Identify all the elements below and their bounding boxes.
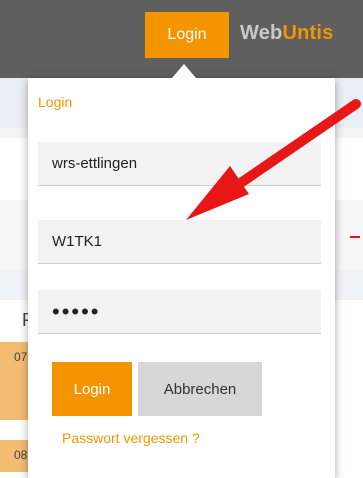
password-field[interactable]: •••••	[38, 290, 321, 334]
period-number: 07	[14, 350, 28, 364]
brand-part-web: Web	[240, 22, 283, 44]
brand-part-untis: Untis	[282, 22, 334, 44]
forgot-password-link[interactable]: Passwort vergessen ?	[62, 430, 200, 446]
login-button[interactable]: Login	[52, 362, 132, 416]
background-mark	[350, 236, 360, 238]
username-field[interactable]	[38, 220, 321, 264]
login-title: Login	[38, 94, 73, 110]
login-dropdown	[28, 78, 335, 478]
dropdown-caret	[172, 64, 196, 78]
school-field[interactable]	[38, 142, 321, 186]
period-number: 08	[14, 448, 28, 462]
cancel-button[interactable]: Abbrechen	[138, 362, 262, 416]
login-tab[interactable]: Login	[145, 12, 229, 58]
webuntis-logo: WebUntis	[240, 22, 333, 45]
